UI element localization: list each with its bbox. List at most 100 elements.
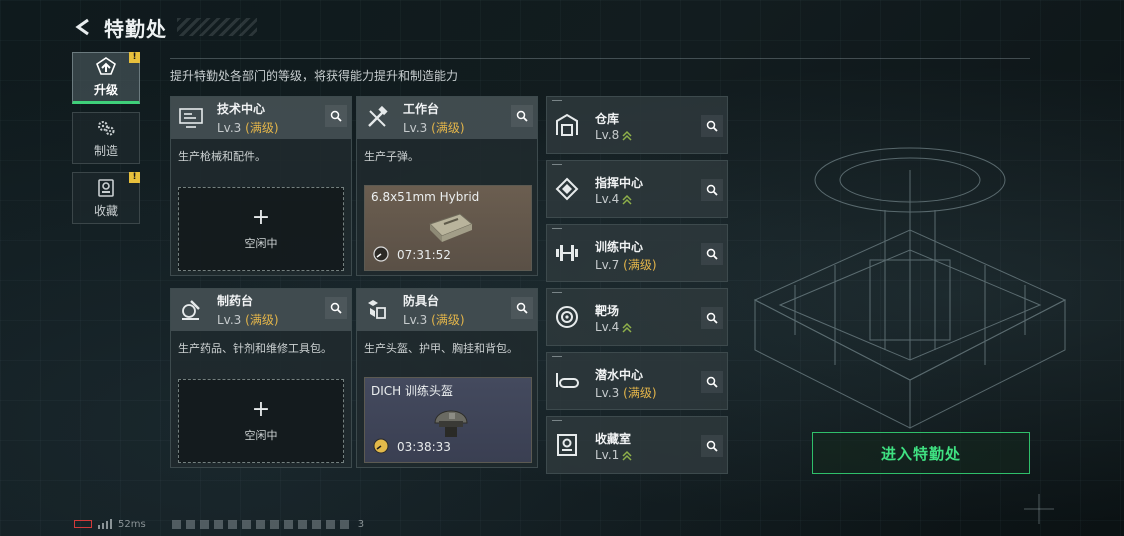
footer-number: 3 <box>357 518 365 530</box>
facility-card-pharmacy: 制药台 Lv.3 (满级) 生产药品、针剂和维修工具包。 + 空闲中 <box>170 288 352 468</box>
production-timer: 07:31:52 <box>397 248 451 262</box>
facility-level: Lv.3 (满级) <box>403 121 465 135</box>
facility-item-command-center[interactable]: 指挥中心 Lv.4 <box>546 160 728 218</box>
production-slot-empty[interactable]: + 空闲中 <box>178 187 344 271</box>
slot-status: 空闲中 <box>244 429 278 442</box>
search-button[interactable] <box>511 297 533 319</box>
facility-item-warehouse[interactable]: 仓库 Lv.8 <box>546 96 728 154</box>
production-slot-active[interactable]: DICH 训练头盔 03:38:33 <box>364 377 532 463</box>
collection-icon <box>98 178 114 197</box>
alert-badge: ! <box>129 172 140 183</box>
nav-label: 收藏 <box>93 203 118 218</box>
facility-card-tech-center: 技术中心 Lv.3 (满级) 生产枪械和配件。 + 空闲中 <box>170 96 352 276</box>
product-name: DICH 训练头盔 <box>371 384 453 398</box>
search-button[interactable] <box>701 115 723 137</box>
facility-name: 技术中心 <box>217 102 266 116</box>
search-button[interactable] <box>511 105 533 127</box>
page-subtitle: 提升特勤处各部门的等级，将获得能力提升和制造能力 <box>170 69 459 83</box>
obscured-text <box>171 519 352 529</box>
facility-name: 训练中心 <box>595 240 644 254</box>
ping-value: 52ms <box>118 518 146 530</box>
slot-status: 空闲中 <box>244 237 278 250</box>
facility-level: Lv.3 (满级) <box>217 121 279 135</box>
facility-level: Lv.4 <box>595 192 632 206</box>
product-name: 6.8x51mm Hybrid <box>371 190 480 204</box>
tech-center-icon <box>177 104 205 132</box>
facility-card-workbench: 工作台 Lv.3 (满级) 生产子弹。 6.8x51mm Hybrid 07:3… <box>356 96 538 276</box>
upgrade-available-icon <box>622 322 632 333</box>
command-center-icon <box>554 176 580 202</box>
facility-level: Lv.3 (满级) <box>217 313 279 327</box>
search-icon <box>706 440 718 452</box>
upgrade-icon <box>96 56 116 75</box>
card-header: 技术中心 Lv.3 (满级) <box>171 97 351 139</box>
enter-hq-button[interactable]: 进入特勤处 <box>812 432 1030 474</box>
search-button[interactable] <box>701 243 723 265</box>
search-button[interactable] <box>701 307 723 329</box>
facility-level: Lv.8 <box>595 128 632 142</box>
facility-level: Lv.7 (满级) <box>595 258 657 272</box>
search-button[interactable] <box>701 371 723 393</box>
facility-level: Lv.1 <box>595 448 632 462</box>
facility-name: 制药台 <box>217 294 254 308</box>
card-header: 防具台 Lv.3 (满级) <box>357 289 537 331</box>
production-timer: 03:38:33 <box>397 440 451 454</box>
nav-collection[interactable]: ! 收藏 <box>72 172 140 224</box>
facility-description: 生产子弹。 <box>364 150 419 163</box>
upgrade-available-icon <box>622 130 632 141</box>
facility-item-shooting-range[interactable]: 靶场 Lv.4 <box>546 288 728 346</box>
search-icon <box>516 302 528 314</box>
facility-description: 生产药品、针剂和维修工具包。 <box>178 342 332 355</box>
armor-boxes-icon <box>363 296 391 324</box>
search-button[interactable] <box>325 297 347 319</box>
alert-badge: ! <box>129 52 140 63</box>
enter-hq-label: 进入特勤处 <box>880 444 961 463</box>
hq-building-illustration <box>753 147 1067 429</box>
facility-item-diving-center[interactable]: 潜水中心 Lv.3 (满级) <box>546 352 728 410</box>
production-slot-active[interactable]: 6.8x51mm Hybrid 07:31:52 <box>364 185 532 271</box>
status-bar: 52ms 3 <box>74 517 364 531</box>
facility-item-trophy-room[interactable]: 收藏室 Lv.1 <box>546 416 728 474</box>
production-slot-empty[interactable]: + 空闲中 <box>178 379 344 463</box>
timer-icon <box>373 438 389 454</box>
facility-name: 防具台 <box>403 294 440 308</box>
back-arrow-icon[interactable] <box>72 16 94 38</box>
facility-level: Lv.4 <box>595 320 632 334</box>
nav-label: 升级 <box>93 82 118 97</box>
helmet-icon <box>425 400 477 438</box>
trophy-room-icon <box>554 432 580 458</box>
battery-icon <box>74 520 92 528</box>
facility-card-armor: 防具台 Lv.3 (满级) 生产头盔、护甲、胸挂和背包。 DICH 训练头盔 0… <box>356 288 538 468</box>
side-nav: ! 升级 制造 ! 收藏 <box>72 52 140 232</box>
facility-name: 靶场 <box>595 304 620 318</box>
tools-icon <box>363 104 391 132</box>
nav-upgrade[interactable]: ! 升级 <box>72 52 140 104</box>
facility-name: 指挥中心 <box>595 176 644 190</box>
search-button[interactable] <box>325 105 347 127</box>
plus-icon: + <box>251 205 271 230</box>
timer-icon <box>373 246 389 262</box>
plus-icon: + <box>251 397 271 422</box>
dumbbell-icon <box>554 240 580 266</box>
microscope-icon <box>177 296 205 324</box>
search-icon <box>706 184 718 196</box>
facility-description: 生产枪械和配件。 <box>178 150 266 163</box>
search-icon <box>330 302 342 314</box>
nav-craft[interactable]: 制造 <box>72 112 140 164</box>
title-decoration <box>177 18 257 36</box>
facility-level: Lv.3 (满级) <box>595 386 657 400</box>
card-header: 制药台 Lv.3 (满级) <box>171 289 351 331</box>
page-title: 特勤处 <box>104 16 167 41</box>
facility-description: 生产头盔、护甲、胸挂和背包。 <box>364 342 518 355</box>
search-icon <box>516 110 528 122</box>
facility-item-training-center[interactable]: 训练中心 Lv.7 (满级) <box>546 224 728 282</box>
upgrade-available-icon <box>622 194 632 205</box>
ammo-box-icon <box>425 208 477 246</box>
frame-corner-decoration <box>1024 494 1054 524</box>
search-button[interactable] <box>701 435 723 457</box>
signal-icon <box>98 519 112 529</box>
facility-name: 仓库 <box>595 112 620 126</box>
diving-mask-icon <box>554 368 580 394</box>
nav-label: 制造 <box>93 143 118 158</box>
search-button[interactable] <box>701 179 723 201</box>
